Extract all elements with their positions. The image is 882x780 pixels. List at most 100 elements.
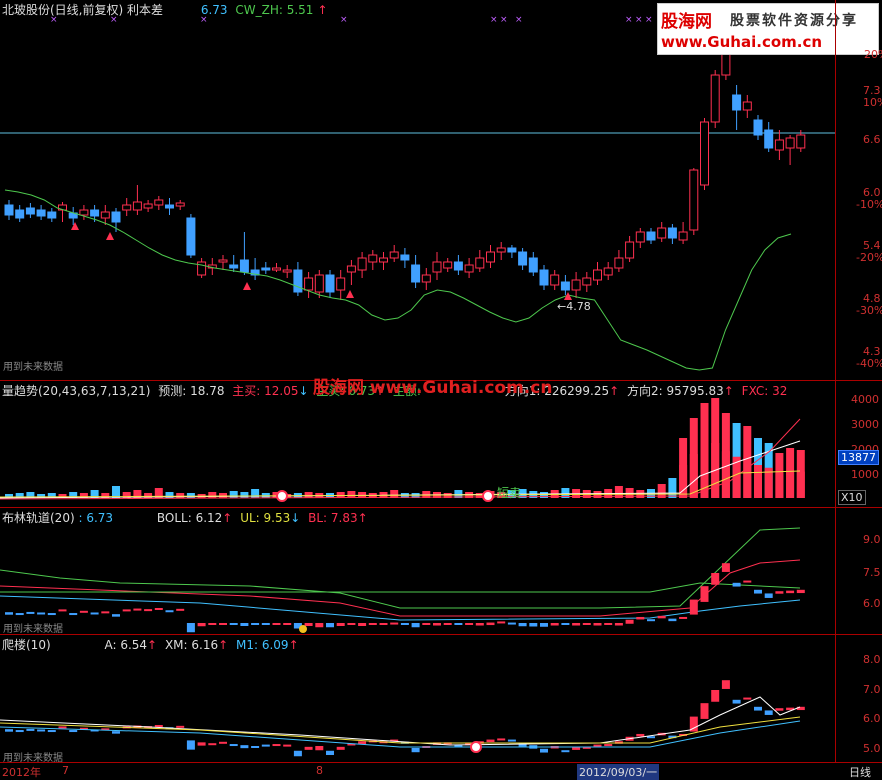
- boll-candle: [79, 610, 88, 613]
- candle-body: [197, 261, 207, 276]
- candle-body: [165, 204, 174, 209]
- boll-candle: [251, 623, 260, 625]
- candle-body: [314, 274, 324, 293]
- boll-candle: [336, 623, 345, 626]
- boll-candle: [315, 623, 324, 628]
- candle-body: [710, 74, 720, 123]
- candle-body: [25, 207, 35, 215]
- climb-xm-arrow: ↑: [218, 638, 229, 652]
- time-axis: 2012年 7 8 2012/09/03/一 日线: [0, 762, 882, 780]
- signal-dot: [276, 490, 288, 502]
- volume-chart-panel[interactable]: 量趋势(20,43,63,7,13,21) 预测: 18.78 主买: 12.0…: [0, 381, 835, 507]
- candle-body: [47, 211, 57, 219]
- candle-body: [550, 274, 560, 286]
- candle-body: [15, 209, 25, 219]
- climb-candle: [775, 708, 784, 711]
- climb-candle: [764, 710, 773, 715]
- tick-neg10pct: -10%: [856, 198, 882, 211]
- candle-body: [357, 257, 367, 271]
- candle-body: [100, 211, 110, 219]
- price-chart-panel[interactable]: ×××××××××××× 北玻股份(日线,前复权) 利本差 6.73 CW_ZH…: [0, 0, 835, 380]
- climb-candle: [411, 747, 420, 753]
- time-month-7: 7: [62, 764, 69, 777]
- candle-body: [443, 261, 453, 269]
- boll-candle: [304, 623, 313, 626]
- boll-bl: BL: 7.83: [308, 511, 358, 525]
- candle-body: [261, 267, 271, 271]
- climb-candle: [721, 680, 730, 689]
- candle-body: [186, 217, 196, 256]
- boll-candle: [347, 623, 356, 625]
- vol-tick-1000: 1000: [851, 468, 879, 481]
- boll-mid-arrow: ↑: [222, 511, 233, 525]
- boll-candle: [133, 608, 142, 611]
- candle-body: [325, 274, 335, 293]
- volume-multiplier: X10: [838, 490, 866, 505]
- candle-body: [475, 257, 485, 269]
- climb-candle: [540, 748, 548, 753]
- boll-upper-band: [0, 527, 801, 609]
- boll-candle: [454, 623, 463, 625]
- boll-tick-9: 9.0: [863, 533, 881, 546]
- candle-body: [389, 251, 399, 259]
- climb-tick-7: 7.0: [863, 683, 881, 696]
- candle-body: [379, 257, 388, 263]
- volume-bars: [0, 398, 805, 502]
- candle-body: [464, 264, 474, 273]
- candle-body: [36, 209, 46, 217]
- climb-candle: [26, 728, 35, 731]
- price-candles: ××××××××××××: [0, 15, 835, 371]
- climb-candle: [636, 733, 645, 737]
- candle-body: [603, 267, 613, 276]
- candle-body: [90, 209, 100, 217]
- volume-bar: [176, 493, 185, 498]
- tick-neg30pct: -30%: [856, 304, 882, 317]
- climb-xm: XM: 6.16: [164, 638, 219, 652]
- climb-a: A: 6.54: [104, 638, 148, 652]
- climb-title: 爬楼(10): [2, 638, 51, 652]
- candle-body: [4, 204, 14, 216]
- boll-axis: 9.0 7.5 6.0: [835, 508, 882, 634]
- volume-bar-inner: [754, 465, 762, 498]
- boll-candle: [368, 623, 377, 625]
- candle-body: [689, 169, 699, 231]
- candle-body: [432, 261, 442, 273]
- candle-body: [496, 247, 506, 253]
- boll-candle: [796, 589, 805, 594]
- logo-name: 股海网: [661, 12, 712, 32]
- boll-candle: [197, 623, 206, 627]
- boll-candle: [775, 591, 784, 594]
- candle-body: [657, 227, 667, 239]
- boll-candle: [743, 580, 752, 583]
- candle-body: [764, 129, 774, 149]
- boll-candle: [37, 612, 46, 615]
- candle-body: [635, 231, 645, 243]
- buy-signal-triangle: [243, 282, 251, 290]
- candle-body: [111, 211, 121, 223]
- volume-bar: [347, 491, 356, 498]
- boll-candle: [58, 609, 67, 612]
- boll-candle: [261, 623, 270, 625]
- climb-candle: [304, 746, 313, 750]
- bollinger-panel[interactable]: 布林轨道(20) : 6.73 BOLL: 6.12↑ UL: 9.53↓ BL…: [0, 508, 835, 634]
- boll-candle: [657, 615, 666, 619]
- volume-fxc: FXC: 32: [741, 384, 788, 398]
- signal-x-marker: ×: [340, 15, 348, 25]
- climb-candle: [240, 745, 249, 749]
- climb-m1-arrow: ↑: [288, 638, 299, 652]
- climb-header: 爬楼(10) A: 6.54↑ XM: 6.16↑ M1: 6.09↑: [2, 636, 303, 653]
- volume-bar-inner: [721, 451, 730, 498]
- candle-body: [785, 137, 795, 149]
- candle-body: [774, 139, 784, 151]
- signal-x-marker: ×: [500, 15, 508, 25]
- climb-panel[interactable]: 爬楼(10) A: 6.54↑ XM: 6.16↑ M1: 6.09↑ 用到未来…: [0, 635, 835, 762]
- candle-body: [582, 277, 592, 286]
- climb-candle: [186, 740, 195, 750]
- low-price-marker: ←4.78: [557, 300, 591, 313]
- volume-bar: [219, 493, 227, 498]
- boll-ul: UL: 9.53: [240, 511, 291, 525]
- cw-arrow: ↑: [317, 3, 328, 17]
- candle-body: [368, 254, 378, 263]
- candle-body: [411, 264, 421, 283]
- volume-dir1-arrow: ↑: [609, 384, 620, 398]
